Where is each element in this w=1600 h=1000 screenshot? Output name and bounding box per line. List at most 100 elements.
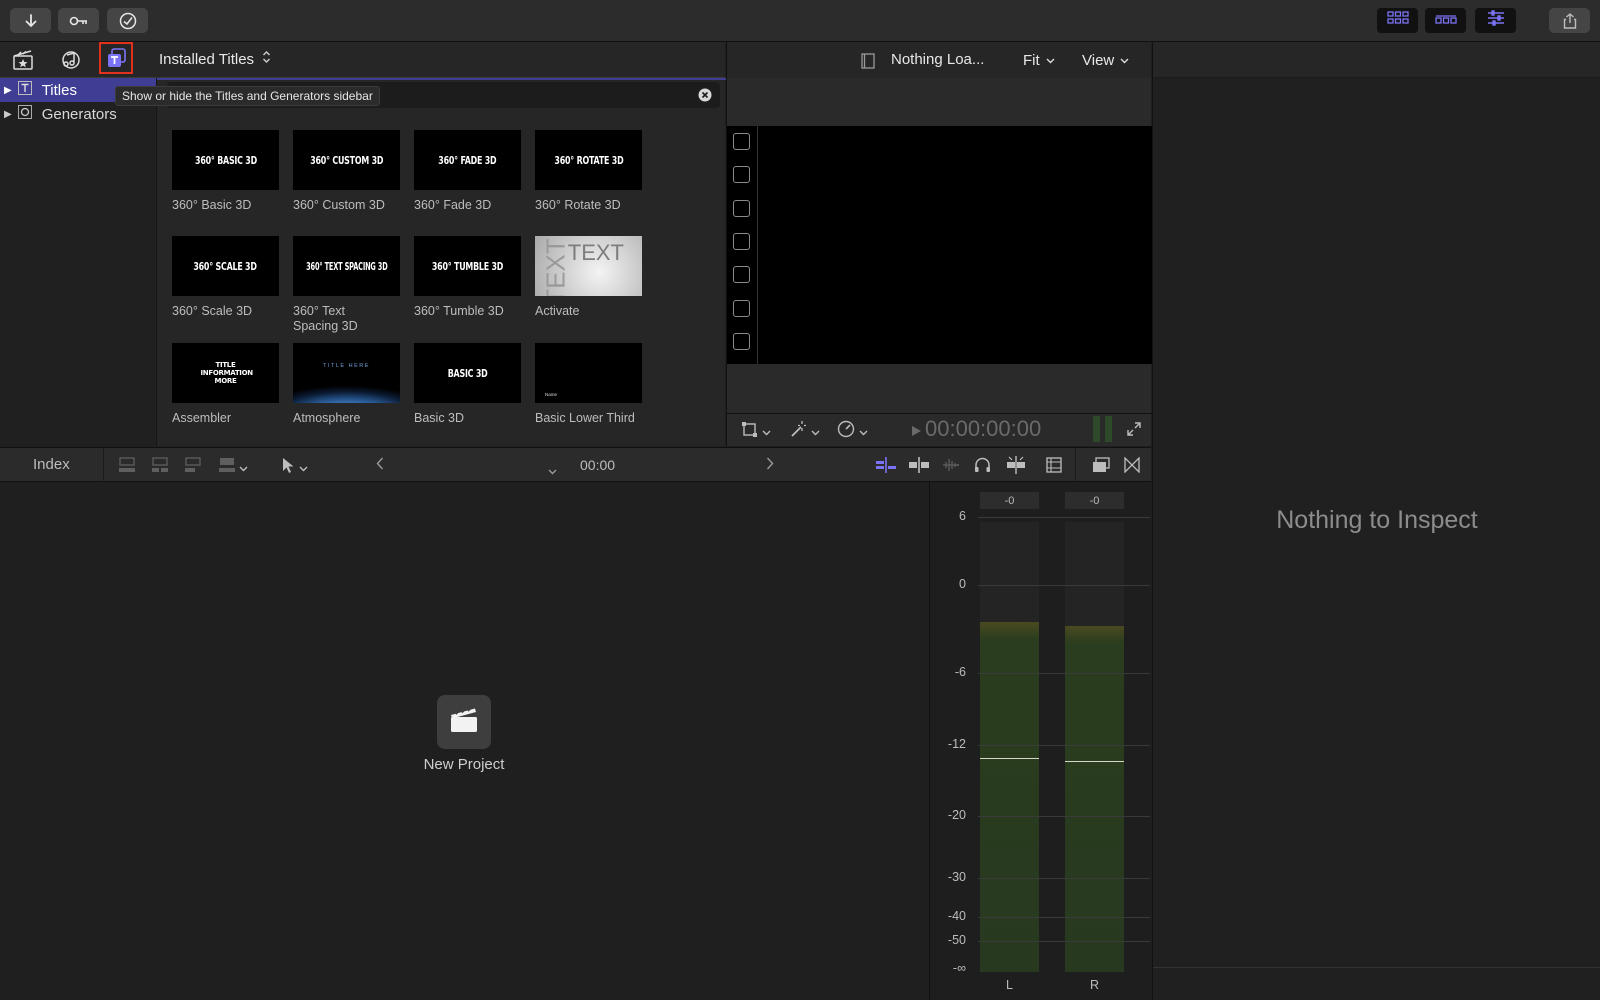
title-tile-360-text-spacing-3d[interactable]: 360° TEXT SPACING 3D 360° Text Spacing 3… <box>293 236 400 334</box>
show-audio-meters-icon[interactable] <box>1092 457 1110 478</box>
show-inspector-button[interactable] <box>1475 8 1516 33</box>
clip-skimming-icon[interactable] <box>908 457 930 478</box>
titles-generators-icon <box>106 47 128 74</box>
title-thumbnail: 360° BASIC 3D <box>172 130 279 190</box>
skimming-icon[interactable] <box>875 457 897 478</box>
overwrite-clip-menu[interactable] <box>218 457 248 478</box>
fullscreen-icon[interactable] <box>1127 422 1141 441</box>
filmstrip-icon <box>861 53 875 74</box>
new-project-button[interactable] <box>437 695 491 749</box>
meter-scale-label: 6 <box>959 509 966 523</box>
checkbox[interactable] <box>733 200 750 217</box>
viewer-screen[interactable] <box>727 126 1152 364</box>
thumbnail-text: Name <box>545 392 558 397</box>
photos-music-icon[interactable] <box>58 48 82 77</box>
titles-generators-button[interactable] <box>99 42 133 74</box>
arrow-pointer-icon <box>282 457 295 479</box>
title-thumbnail: 360° TUMBLE 3D <box>414 236 521 296</box>
thumbnail-text-vertical: TEXT <box>540 238 571 296</box>
title-tile-assembler[interactable]: TITLE INFORMATION MORE Assembler <box>172 343 279 426</box>
share-icon <box>1563 12 1577 29</box>
thumbnail-text: TITLE INFORMATION MORE <box>200 361 254 385</box>
clapperboard-icon <box>449 706 479 739</box>
headphones-icon[interactable] <box>974 457 991 478</box>
checkbox[interactable] <box>733 300 750 317</box>
retime-menu[interactable] <box>837 420 868 443</box>
keyword-editor-button[interactable] <box>58 8 99 33</box>
library-selector[interactable]: Installed Titles <box>159 50 271 69</box>
title-tile-360-scale-3d[interactable]: 360° SCALE 3D 360° Scale 3D <box>172 236 279 319</box>
play-icon[interactable] <box>911 424 922 442</box>
view-dropdown[interactable]: View <box>1082 51 1129 69</box>
chevron-down-icon[interactable] <box>548 462 557 480</box>
title-thumbnail: Name <box>535 343 642 403</box>
browser-layout-icon <box>1386 11 1409 30</box>
title-tile-basic-lower-third[interactable]: Name Basic Lower Third <box>535 343 642 426</box>
title-thumbnail: 360° TEXT SPACING 3D <box>293 236 400 296</box>
checkbox[interactable] <box>733 133 750 150</box>
background-tasks-button[interactable] <box>107 8 148 33</box>
title-tile-atmosphere[interactable]: TITLE HERE Atmosphere <box>293 343 400 426</box>
title-tile-360-basic-3d[interactable]: 360° BASIC 3D 360° Basic 3D <box>172 130 279 213</box>
mini-meter-right <box>1105 416 1112 442</box>
library-selector-label: Installed Titles <box>159 51 255 68</box>
share-button[interactable] <box>1549 8 1590 33</box>
disclosure-triangle-icon[interactable]: ▶ <box>4 109 12 120</box>
chevron-down-icon <box>1120 51 1129 69</box>
transform-menu[interactable] <box>741 421 771 443</box>
show-browser-button[interactable] <box>1377 8 1418 33</box>
chevron-updown-icon <box>262 50 271 69</box>
clear-search-icon[interactable] <box>698 88 712 107</box>
peak-indicator-left: -0 <box>980 492 1039 509</box>
magic-wand-icon <box>789 420 807 443</box>
title-thumbnail: 360° ROTATE 3D <box>535 130 642 190</box>
audio-meters: -0 -0 L R 6 0 -6 -12 -20 -30 -40 -50 -∞ <box>929 482 1151 1000</box>
title-tile-360-tumble-3d[interactable]: 360° TUMBLE 3D 360° Tumble 3D <box>414 236 521 319</box>
thumbnail-text: 360° TEXT SPACING 3D <box>305 259 388 273</box>
forward-arrow-icon[interactable] <box>766 457 774 475</box>
thumbnail-text: 360° FADE 3D <box>438 153 497 167</box>
effects-browser-icon[interactable] <box>1124 456 1140 478</box>
timeline-layout-icon <box>1434 12 1457 30</box>
clip-appearance-icon[interactable] <box>1046 457 1062 478</box>
snapping-icon[interactable] <box>1005 456 1027 479</box>
title-label: 360° Tumble 3D <box>414 304 504 318</box>
chevron-down-icon <box>811 423 820 441</box>
disclosure-triangle-icon[interactable]: ▶ <box>4 85 12 96</box>
checkbox[interactable] <box>733 266 750 283</box>
checkmark-circle-icon <box>119 12 137 30</box>
enhance-menu[interactable] <box>789 420 820 443</box>
index-button[interactable]: Index <box>33 456 70 473</box>
connect-clip-icon[interactable] <box>118 457 136 478</box>
chevron-down-icon <box>1046 51 1055 69</box>
title-label: 360° Custom 3D <box>293 198 385 212</box>
download-arrow-icon <box>24 13 38 28</box>
meter-left <box>980 522 1039 972</box>
clapperboard-star-icon[interactable] <box>12 49 34 76</box>
title-tile-360-rotate-3d[interactable]: 360° ROTATE 3D 360° Rotate 3D <box>535 130 642 213</box>
meter-scale-label: -20 <box>947 808 966 822</box>
checkbox[interactable] <box>733 333 750 350</box>
title-tile-360-custom-3d[interactable]: 360° CUSTOM 3D 360° Custom 3D <box>293 130 400 213</box>
tooltip: Show or hide the Titles and Generators s… <box>115 86 380 106</box>
append-clip-icon[interactable] <box>184 457 202 478</box>
title-tile-360-fade-3d[interactable]: 360° FADE 3D 360° Fade 3D <box>414 130 521 213</box>
checkbox[interactable] <box>733 166 750 183</box>
insert-clip-icon[interactable] <box>151 457 169 478</box>
titles-sidebar: ▶ Titles ▶ Generators <box>0 78 156 446</box>
checkbox[interactable] <box>733 233 750 250</box>
title-tile-basic-3d[interactable]: BASIC 3D Basic 3D <box>414 343 521 426</box>
meter-fill-left <box>980 621 1039 972</box>
tool-menu[interactable] <box>282 457 308 479</box>
import-button[interactable] <box>10 8 51 33</box>
mini-meter-left <box>1093 416 1100 442</box>
sidebar-item-label: Titles <box>41 81 77 99</box>
fit-dropdown[interactable]: Fit <box>1023 51 1055 69</box>
back-arrow-icon[interactable] <box>376 457 384 475</box>
show-timeline-button[interactable] <box>1425 8 1466 33</box>
title-tile-activate[interactable]: TEXT TEXT Activate <box>535 236 642 319</box>
viewer: 00:00:00:00 <box>726 78 1152 446</box>
audio-skimming-icon[interactable] <box>941 457 961 478</box>
meter-scale-label: -∞ <box>952 961 966 975</box>
title-label: Atmosphere <box>293 411 361 425</box>
